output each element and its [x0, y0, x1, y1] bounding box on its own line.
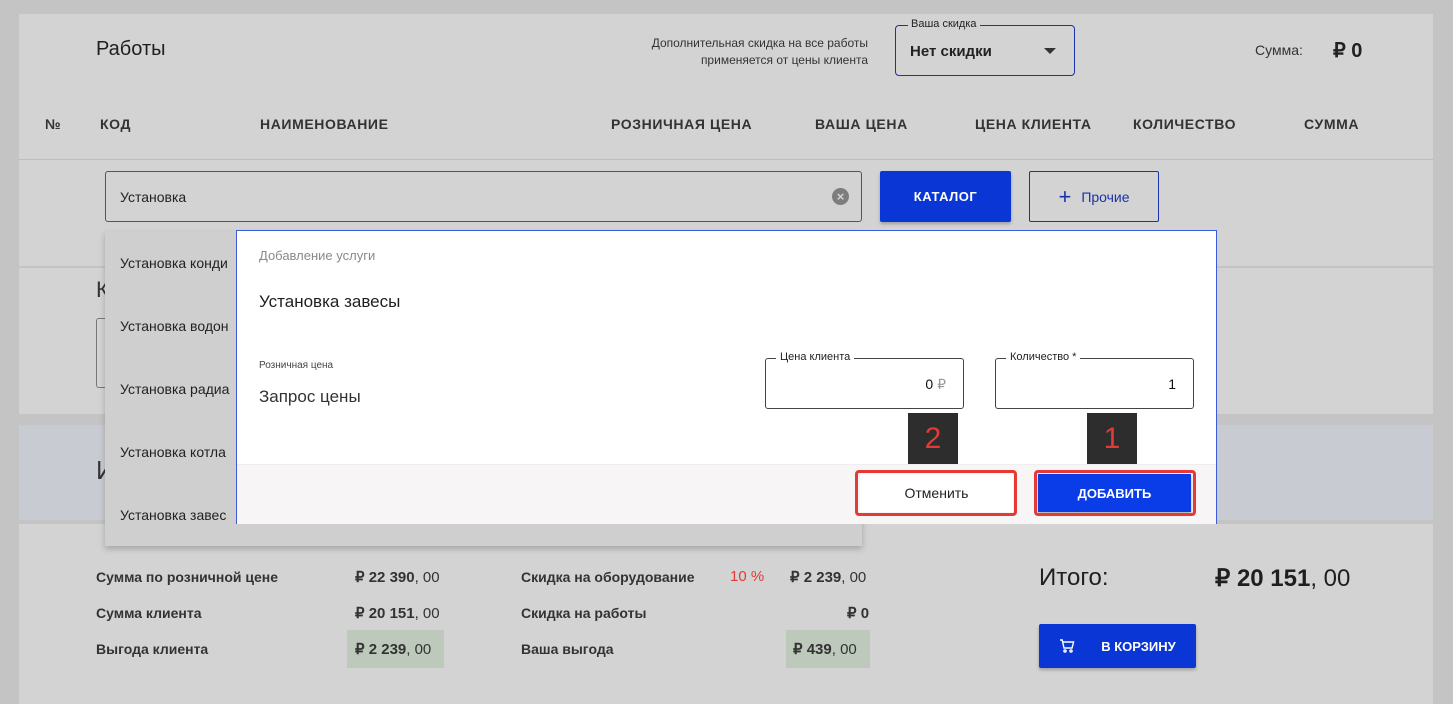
works-sum-label: Сумма: [1255, 42, 1303, 58]
col-code: КОД [100, 116, 132, 132]
col-client-price: ЦЕНА КЛИЕНТА [975, 116, 1092, 132]
client-price-legend: Цена клиента [776, 351, 855, 363]
discount-select[interactable]: Ваша скидка Нет скидки [895, 18, 1075, 76]
discount-select-legend: Ваша скидка [908, 18, 980, 30]
retail-sum-int: ₽ 22 390 [355, 569, 415, 586]
chevron-down-icon [1044, 48, 1056, 54]
client-price-value: 0 ₽ [925, 376, 946, 393]
ruble-icon: ₽ [937, 376, 946, 392]
modal-header: Добавление услуги [259, 248, 376, 263]
works-discount-amount: ₽ 0 [847, 605, 870, 622]
col-quantity: КОЛИЧЕСТВО [1133, 116, 1237, 132]
works-discount-value: ₽ 0 [847, 604, 869, 622]
search-input[interactable]: Установка × [105, 171, 862, 222]
top-divider [19, 159, 1433, 160]
callout-badge-2: 2 [908, 413, 958, 464]
total-int: ₽ 20 151 [1215, 565, 1311, 592]
totals-card [19, 524, 1433, 704]
your-benefit-int: ₽ 439 [793, 641, 832, 658]
plus-icon: + [1058, 183, 1072, 209]
retail-sum-value: ₽ 22 390, 00 [355, 568, 440, 586]
total-dec: , 00 [1310, 565, 1351, 592]
add-highlight-frame [1034, 470, 1196, 516]
add-to-cart-label: В КОРЗИНУ [1101, 638, 1176, 654]
col-name: НАИМЕНОВАНИЕ [260, 116, 389, 132]
your-benefit-label: Ваша выгода [521, 641, 614, 657]
client-sum-dec: , 00 [414, 605, 440, 622]
total-label: Итого: [1039, 564, 1109, 591]
client-sum-int: ₽ 20 151 [355, 605, 415, 622]
quantity-legend: Количество * [1006, 351, 1081, 363]
cancel-highlight-frame [855, 470, 1017, 516]
quantity-field[interactable]: Количество * 1 [995, 351, 1194, 409]
other-button[interactable]: + Прочие [1029, 171, 1159, 222]
discount-note: Дополнительная скидка на все работы прим… [600, 35, 868, 69]
total-value: ₽ 20 151, 00 [1215, 564, 1350, 593]
equip-discount-label: Скидка на оборудование [521, 569, 695, 585]
client-benefit-value: ₽ 2 239, 00 [355, 640, 431, 658]
retail-sum-dec: , 00 [414, 569, 440, 586]
col-your-price: ВАША ЦЕНА [815, 116, 908, 132]
suggestion-item[interactable]: Установка конди [120, 255, 228, 271]
retail-price-label: Розничная цена [259, 360, 334, 371]
add-to-cart-button[interactable]: В КОРЗИНУ [1039, 624, 1196, 668]
callout-badge-1: 1 [1087, 413, 1137, 464]
suggestion-item[interactable]: Установка радиа [120, 381, 229, 397]
col-number: № [45, 116, 62, 132]
works-discount-label: Скидка на работы [521, 605, 647, 621]
other-button-label: Прочие [1081, 188, 1130, 205]
discount-note-line1: Дополнительная скидка на все работы [651, 36, 868, 50]
equip-discount-int: ₽ 2 239 [790, 569, 842, 586]
quantity-value: 1 [1168, 376, 1176, 392]
modal-service-name: Установка завесы [259, 292, 401, 311]
client-sum-label: Сумма клиента [96, 605, 202, 621]
retail-price-value: Запрос цены [259, 387, 361, 406]
catalog-button[interactable]: КАТАЛОГ [880, 171, 1011, 222]
col-sum: СУММА [1304, 116, 1360, 132]
client-price-amount: 0 [925, 376, 934, 392]
retail-sum-label: Сумма по розничной цене [96, 569, 279, 585]
equip-discount-value: ₽ 2 239, 00 [790, 568, 866, 586]
your-benefit-dec: , 00 [831, 641, 857, 658]
equip-discount-percent: 10 % [730, 568, 765, 585]
suggestion-item[interactable]: Установка завес [120, 507, 226, 523]
client-benefit-int: ₽ 2 239 [355, 641, 407, 658]
client-benefit-label: Выгода клиента [96, 641, 209, 657]
works-title: Работы [96, 38, 166, 60]
works-sum-value: ₽ 0 [1333, 40, 1363, 62]
clear-icon[interactable]: × [832, 188, 849, 205]
your-benefit-value: ₽ 439, 00 [793, 640, 857, 658]
discount-note-line2: применяется от цены клиента [700, 53, 868, 67]
suggestion-item[interactable]: Установка котла [120, 444, 226, 460]
equip-discount-dec: , 00 [841, 569, 867, 586]
client-price-field[interactable]: Цена клиента 0 ₽ [765, 351, 964, 409]
search-input-value: Установка [120, 189, 187, 205]
discount-select-value: Нет скидки [910, 43, 992, 60]
client-benefit-dec: , 00 [406, 641, 432, 658]
client-sum-value: ₽ 20 151, 00 [355, 604, 440, 622]
cart-icon [1059, 639, 1075, 653]
suggestion-item[interactable]: Установка водон [120, 318, 229, 334]
col-retail-price: РОЗНИЧНАЯ ЦЕНА [611, 116, 753, 132]
